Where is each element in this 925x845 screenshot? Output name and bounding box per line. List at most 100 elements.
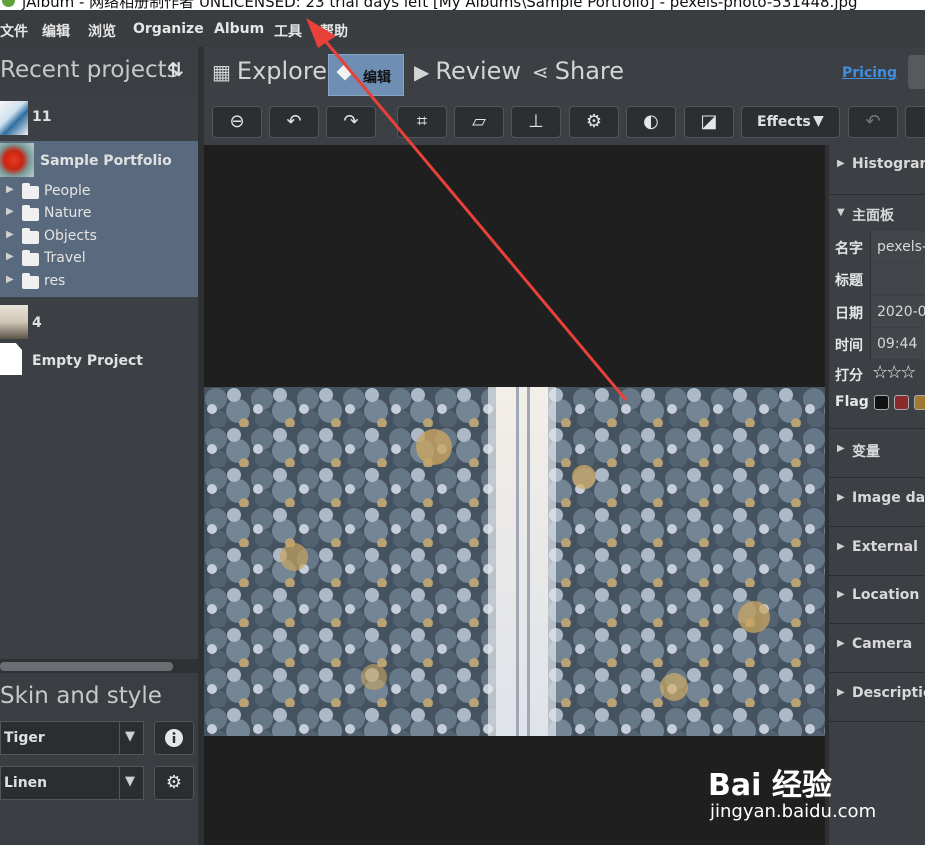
recent-projects-title: Recent projects xyxy=(0,57,179,83)
section-external[interactable]: ▶ External xyxy=(829,529,925,565)
perspective-button[interactable]: ▱ xyxy=(454,106,504,138)
photo-preview xyxy=(204,387,825,736)
project-item[interactable]: 11 xyxy=(0,97,198,137)
play-icon: ▶ xyxy=(414,60,430,84)
folder-item[interactable]: ▶ Travel xyxy=(6,249,186,269)
folder-icon xyxy=(22,183,39,199)
title-field[interactable] xyxy=(870,263,925,294)
straighten-button[interactable]: ⊥ xyxy=(511,106,561,138)
project-item[interactable]: 4 xyxy=(0,303,198,343)
project-item-selected[interactable]: Sample Portfolio ▶ People ▶ Nature ▶ Obj… xyxy=(0,141,198,297)
dropdown-arrow-icon: ▼ xyxy=(813,113,824,129)
overflow-button[interactable] xyxy=(908,55,925,89)
gear-icon: ⚙ xyxy=(165,772,183,793)
undo-icon: ↶ xyxy=(865,111,881,132)
folder-item[interactable]: ▶ People xyxy=(6,182,186,202)
skin-style-panel: Skin and style Tiger ▼ Linen ▼ ⚙ xyxy=(0,673,198,845)
menu-organize[interactable]: Organize xyxy=(133,21,204,37)
flag-red[interactable] xyxy=(894,395,909,410)
diamond-icon xyxy=(336,63,354,81)
tab-share[interactable]: ⋖ Share xyxy=(532,57,624,85)
folder-item[interactable]: ▶ res xyxy=(6,272,186,292)
section-image-data[interactable]: ▶ Image data xyxy=(829,480,925,516)
style-select[interactable]: Linen ▼ xyxy=(0,766,144,800)
skin-info-button[interactable] xyxy=(154,721,194,755)
expand-arrow-icon: ▶ xyxy=(837,443,845,454)
section-description[interactable]: ▶ Description xyxy=(829,675,925,711)
rotate-right-button[interactable]: ↷ xyxy=(326,106,376,138)
menu-bar: 文件 编辑 浏览 Organize Album 工具 帮助 xyxy=(0,10,925,47)
expand-arrow-icon[interactable]: ▶ xyxy=(6,184,14,195)
undo-button[interactable]: ↶ xyxy=(848,106,898,138)
project-item[interactable]: Empty Project xyxy=(0,343,198,377)
project-thumbnail xyxy=(0,101,28,135)
prop-flag: Flag xyxy=(829,387,925,419)
folder-icon xyxy=(22,250,39,266)
menu-help[interactable]: 帮助 xyxy=(320,21,348,41)
expand-arrow-icon[interactable]: ▶ xyxy=(6,251,14,262)
flag-orange[interactable] xyxy=(914,395,925,410)
right-panel: ▶ Histogram ▼ 主面板 名字 pexels- 标题 日期 2020-… xyxy=(829,145,925,845)
contrast-button[interactable]: ◐ xyxy=(626,106,676,138)
minus-circle-icon: ⊖ xyxy=(229,111,245,132)
dropdown-arrow-icon: ▼ xyxy=(125,729,135,744)
prop-name: 名字 pexels- xyxy=(829,231,925,263)
menu-file[interactable]: 文件 xyxy=(0,21,28,41)
section-location[interactable]: ▶ Location xyxy=(829,577,925,613)
window-title: jAlbum - 网络相册制作者 UNLICENSED: 23 trial da… xyxy=(22,0,858,10)
prop-title: 标题 xyxy=(829,263,925,295)
scrollbar-thumb[interactable] xyxy=(0,662,173,671)
empty-document-icon xyxy=(0,343,22,375)
zoom-out-button[interactable]: ⊖ xyxy=(212,106,262,138)
project-name: 4 xyxy=(32,315,42,331)
flag-black[interactable] xyxy=(874,395,889,410)
style-settings-button[interactable]: ⚙ xyxy=(154,766,194,800)
crop-button[interactable]: ⌗ xyxy=(397,106,447,138)
folder-item[interactable]: ▶ Objects xyxy=(6,227,186,247)
folder-item[interactable]: ▶ Nature xyxy=(6,204,186,224)
section-main-panel[interactable]: ▼ 主面板 xyxy=(829,197,925,227)
menu-tools[interactable]: 工具 xyxy=(274,21,302,41)
baidu-watermark: Bai 经验 jingyan.baidu.com xyxy=(708,760,918,840)
menu-edit[interactable]: 编辑 xyxy=(42,21,70,41)
expand-arrow-icon[interactable]: ▶ xyxy=(6,206,14,217)
skin-select[interactable]: Tiger ▼ xyxy=(0,721,144,755)
tab-edit[interactable]: 编辑 xyxy=(328,54,404,96)
rating-stars[interactable]: ☆☆☆ xyxy=(872,362,916,383)
adjust-button[interactable]: ⚙ xyxy=(569,106,619,138)
prop-time: 时间 09:44 xyxy=(829,328,925,360)
skin-style-title: Skin and style xyxy=(0,683,162,709)
section-histogram[interactable]: ▶ Histogram xyxy=(829,145,925,185)
tab-bar: ▦ Explore 编辑 ▶ Review ⋖ Share Pricing xyxy=(204,47,925,99)
expand-arrow-icon[interactable]: ▶ xyxy=(6,274,14,285)
crop-icon: ⌗ xyxy=(416,111,428,132)
redo-button[interactable] xyxy=(905,106,925,138)
level-icon: ⊥ xyxy=(528,111,544,132)
left-panel: Recent projects ⇅ 11 Sample Portfolio ▶ … xyxy=(0,47,198,845)
expand-arrow-icon[interactable]: ▶ xyxy=(6,229,14,240)
dropdown-arrow-icon: ▼ xyxy=(125,774,135,789)
exposure-button[interactable]: ◪ xyxy=(684,106,734,138)
tab-explore[interactable]: ▦ Explore xyxy=(212,57,327,85)
section-camera[interactable]: ▶ Camera xyxy=(829,626,925,662)
horizontal-scrollbar[interactable] xyxy=(0,659,198,673)
image-canvas[interactable] xyxy=(204,145,825,845)
rotate-left-button[interactable]: ↶ xyxy=(269,106,319,138)
forest-road-photo xyxy=(204,387,825,736)
edit-toolbar: ⊖ ↶ ↷ ⌗ ▱ ⊥ ⚙ ◐ ◪ Effects ▼ ↶ xyxy=(204,99,925,145)
rotate-left-icon: ↶ xyxy=(286,111,302,132)
app-icon xyxy=(2,0,15,7)
tab-review[interactable]: ▶ Review xyxy=(414,57,521,85)
expand-arrow-icon: ▶ xyxy=(837,158,845,169)
perspective-icon: ▱ xyxy=(472,111,486,132)
recent-projects-header: Recent projects ⇅ xyxy=(0,47,198,95)
expand-arrow-icon: ▶ xyxy=(837,638,845,649)
sort-icon[interactable]: ⇅ xyxy=(168,59,184,81)
menu-album[interactable]: Album xyxy=(214,21,264,37)
watermark-url: jingyan.baidu.com xyxy=(710,801,877,822)
menu-browse[interactable]: 浏览 xyxy=(88,21,116,41)
section-variables[interactable]: ▶ 变量 xyxy=(829,431,925,467)
expand-arrow-icon: ▶ xyxy=(837,589,845,600)
effects-dropdown[interactable]: Effects ▼ xyxy=(741,106,840,138)
pricing-link[interactable]: Pricing xyxy=(842,65,897,81)
